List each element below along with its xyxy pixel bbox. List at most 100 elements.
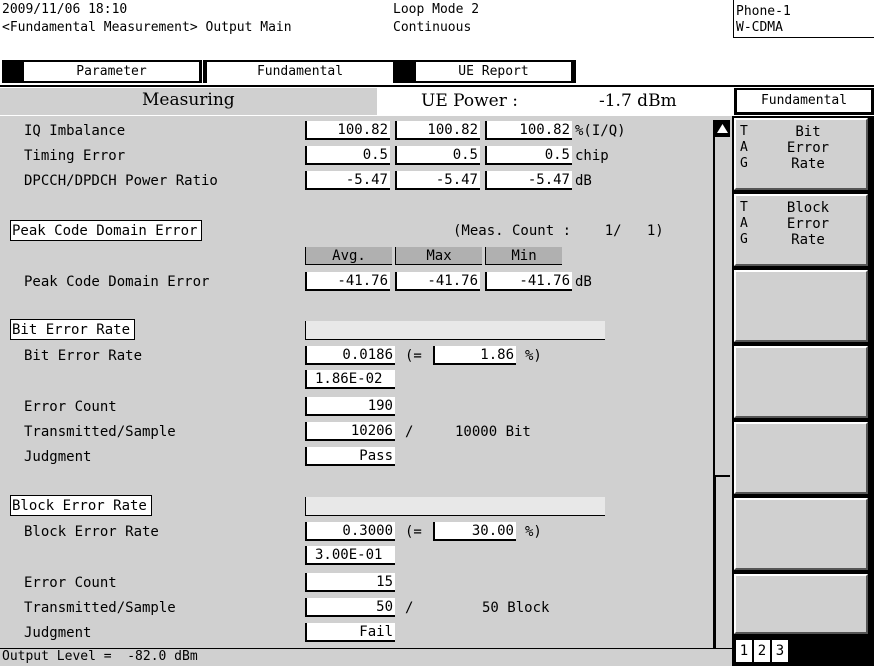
ue-power-label: UE Power : (421, 91, 518, 111)
ber-paren-close: %) (525, 348, 542, 364)
phone-label: Phone-1 (736, 4, 791, 19)
bler-paren-close: %) (525, 524, 542, 540)
bler-ts-label: Transmitted/Sample (24, 600, 176, 616)
ber-exp-value: 1.86E-02 (305, 370, 395, 389)
pcde-section-label: Peak Code Domain Error (10, 220, 203, 241)
pcde-row-label: Peak Code Domain Error (24, 274, 210, 290)
bler-ts-total: 50 Block (482, 600, 550, 616)
bit-error-rate-label: Bit Error Rate (786, 124, 830, 172)
timing-error-max: 0.5 (395, 146, 480, 165)
row-label-iq-imbalance: IQ Imbalance (24, 123, 126, 139)
bler-exp-value: 3.00E-01 (305, 546, 395, 565)
tab-fundamental-label: Fundamental (207, 62, 393, 83)
tab-bar: Parameter Fundamental UE Report (0, 60, 600, 85)
bler-ts-sep: / (405, 600, 414, 616)
dpcch-ratio-unit: dB (575, 173, 592, 189)
ber-paren-open: (= (405, 348, 422, 364)
soft-key-3[interactable] (734, 270, 868, 342)
scrollbar[interactable] (713, 120, 730, 648)
ber-header-bar (305, 321, 605, 340)
bler-count-label: Error Count (24, 575, 117, 591)
continuous-mode: Continuous (393, 20, 472, 35)
system-label: W-CDMA (736, 20, 783, 35)
status-bar: Measuring UE Power : -1.7 dBm (0, 88, 729, 115)
ue-power-value: -1.7 dBm (599, 91, 677, 111)
side-title-label: Fundamental (737, 90, 871, 112)
ber-ts-value: 10206 (305, 422, 395, 441)
scroll-up-icon[interactable] (715, 120, 730, 137)
output-level: Output Level = -82.0 dBm (2, 649, 198, 664)
ber-section-label: Bit Error Rate (10, 319, 136, 340)
tab-fundamental[interactable]: Fundamental (203, 60, 398, 83)
bler-section-label: Block Error Rate (10, 495, 152, 516)
header-max: Max (395, 247, 482, 265)
page-selector: 1 2 3 (734, 636, 874, 666)
tag-a: A (740, 216, 748, 231)
tag-t: T (740, 124, 748, 139)
main-panel: IQ Imbalance 100.82 100.82 100.82 %(I/Q)… (0, 116, 732, 648)
ber-percent-value: 1.86 (433, 346, 516, 365)
bler-percent-value: 30.00 (433, 522, 516, 541)
bit-error-rate-button[interactable]: T A G Bit Error Rate (734, 118, 868, 190)
ber-ts-total: 10000 Bit (455, 424, 531, 440)
row-label-dpcch-ratio: DPCCH/DPDCH Power Ratio (24, 173, 218, 189)
bler-count-value: 15 (305, 573, 395, 592)
footer-bar: Output Level = -82.0 dBm (0, 648, 732, 666)
iq-imbalance-min: 100.82 (485, 121, 572, 140)
ber-count-label: Error Count (24, 399, 117, 415)
soft-key-4[interactable] (734, 346, 868, 418)
ber-judgment-value: Pass (305, 447, 395, 466)
meas-count: (Meas. Count : 1/ 1) (453, 223, 664, 239)
bler-paren-open: (= (405, 524, 422, 540)
bler-header-bar (305, 497, 605, 516)
header-avg: Avg. (305, 247, 392, 265)
soft-key-5[interactable] (734, 422, 868, 494)
ber-rate-value: 0.0186 (305, 346, 395, 365)
pcde-max: -41.76 (395, 272, 480, 291)
side-title: Fundamental (734, 88, 874, 115)
ber-judgment-label: Judgment (24, 449, 92, 465)
tab-parameter-label: Parameter (24, 62, 199, 81)
pcde-min: -41.76 (485, 272, 572, 291)
tab-ue-report[interactable]: UE Report (398, 60, 576, 83)
block-error-rate-button[interactable]: T A G Block Error Rate (734, 194, 868, 266)
soft-key-7[interactable] (734, 574, 868, 634)
measuring-status: Measuring (142, 90, 235, 110)
ber-rate-label: Bit Error Rate (24, 348, 143, 364)
bler-ts-value: 50 (305, 598, 395, 617)
scroll-thumb[interactable] (715, 475, 730, 648)
ue-power-panel: UE Power : -1.7 dBm (377, 88, 729, 115)
page-1[interactable]: 1 (736, 640, 752, 662)
iq-imbalance-avg: 100.82 (305, 121, 390, 140)
block-error-rate-label: Block Error Rate (786, 200, 830, 248)
ber-ts-sep: / (405, 424, 414, 440)
timing-error-unit: chip (575, 148, 609, 164)
page-2[interactable]: 2 (754, 640, 770, 662)
iq-imbalance-unit: %(I/Q) (575, 123, 626, 139)
tag-g: G (740, 156, 748, 171)
ber-ts-label: Transmitted/Sample (24, 424, 176, 440)
row-label-timing-error: Timing Error (24, 148, 126, 164)
phone-panel: Phone-1 W-CDMA (733, 0, 874, 38)
tag-t: T (740, 200, 748, 215)
tag-a: A (740, 140, 748, 155)
screen-title: <Fundamental Measurement> Output Main (2, 20, 292, 35)
bler-rate-label: Block Error Rate (24, 524, 159, 540)
ber-count-value: 190 (305, 397, 395, 416)
dpcch-ratio-avg: -5.47 (305, 171, 390, 190)
timing-error-min: 0.5 (485, 146, 572, 165)
bler-judgment-label: Judgment (24, 625, 92, 641)
header-min: Min (485, 247, 562, 265)
bler-judgment-value: Fail (305, 623, 395, 642)
tab-ue-report-label: UE Report (416, 62, 571, 81)
bler-rate-value: 0.3000 (305, 522, 395, 541)
soft-key-6[interactable] (734, 498, 868, 570)
dpcch-ratio-max: -5.47 (395, 171, 480, 190)
pcde-unit: dB (575, 274, 592, 290)
timing-error-avg: 0.5 (305, 146, 390, 165)
page-3[interactable]: 3 (772, 640, 788, 662)
dpcch-ratio-min: -5.47 (485, 171, 572, 190)
tab-parameter[interactable]: Parameter (2, 60, 202, 83)
pcde-avg: -41.76 (305, 272, 390, 291)
tag-g: G (740, 232, 748, 247)
